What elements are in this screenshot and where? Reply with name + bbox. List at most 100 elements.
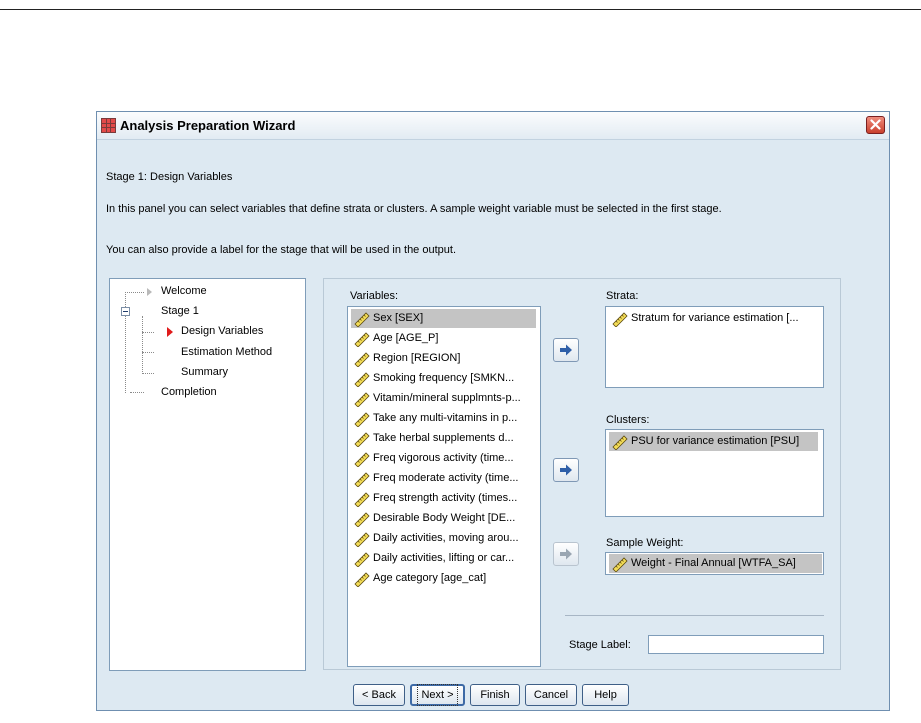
stage-label-label: Stage Label: [569, 639, 631, 651]
sample-weight-field[interactable]: Weight - Final Annual [WTFA_SA] [605, 552, 824, 575]
variable-item-label: Region [REGION] [373, 352, 461, 364]
tree-connector-line [125, 292, 144, 293]
variable-list-item[interactable]: Freq moderate activity (time... [351, 469, 536, 488]
cancel-button[interactable]: Cancel [525, 684, 577, 706]
tree-connector-line [142, 352, 154, 353]
description-text-label-hint: You can also provide a label for the sta… [106, 244, 456, 256]
strata-label: Strata: [606, 290, 639, 302]
clusters-item-label: PSU for variance estimation [PSU] [631, 435, 800, 447]
variable-list-item[interactable]: Take any multi-vitamins in p... [351, 409, 536, 428]
move-to-strata-button[interactable] [553, 338, 579, 362]
scale-ruler-icon [354, 532, 370, 547]
variable-list-item[interactable]: Sex [SEX] [351, 309, 536, 328]
tree-item-estimation-method[interactable]: Estimation Method [181, 346, 272, 358]
scale-ruler-icon [354, 412, 370, 427]
scale-ruler-icon [354, 312, 370, 327]
top-divider-line [0, 9, 921, 10]
strata-item-label: Stratum for variance estimation [... [631, 312, 799, 324]
scale-ruler-icon [612, 557, 628, 572]
variable-list-item[interactable]: Daily activities, moving arou... [351, 529, 536, 548]
variable-list-item[interactable]: Region [REGION] [351, 349, 536, 368]
scale-ruler-icon [354, 472, 370, 487]
tree-item-stage-1[interactable]: Stage 1 [161, 305, 199, 317]
tree-item-summary[interactable]: Summary [181, 366, 228, 378]
close-icon [870, 119, 881, 130]
separator-line [565, 615, 824, 616]
variable-item-label: Take any multi-vitamins in p... [373, 412, 518, 424]
current-step-icon [167, 327, 173, 337]
tree-item-completion[interactable]: Completion [161, 386, 217, 398]
help-button-label: Help [594, 689, 617, 701]
variable-item-label: Freq moderate activity (time... [373, 472, 519, 484]
scale-ruler-icon [612, 312, 628, 327]
help-button[interactable]: Help [582, 684, 629, 706]
variable-item-label: Vitamin/mineral supplmnts-p... [373, 392, 521, 404]
scale-ruler-icon [354, 572, 370, 587]
move-to-clusters-button[interactable] [553, 458, 579, 482]
finish-button-label: Finish [480, 689, 510, 701]
clusters-label: Clusters: [606, 414, 650, 426]
variable-item-label: Smoking frequency [SMKN... [373, 372, 515, 384]
variable-item-label: Sex [SEX] [373, 312, 424, 324]
list-item[interactable]: Weight - Final Annual [WTFA_SA] [609, 554, 822, 573]
next-button-label: Next > [417, 684, 458, 706]
tree-connector-line [142, 332, 154, 333]
variable-list-item[interactable]: Daily activities, lifting or car... [351, 549, 536, 568]
variable-list-item[interactable]: Freq strength activity (times... [351, 489, 536, 508]
clusters-listbox[interactable]: PSU for variance estimation [PSU] [605, 429, 824, 517]
spss-grid-icon [101, 118, 116, 133]
variable-list-item[interactable]: Freq vigorous activity (time... [351, 449, 536, 468]
description-text: In this panel you can select variables t… [106, 203, 722, 215]
scale-ruler-icon [354, 512, 370, 527]
tree-item-welcome[interactable]: Welcome [161, 285, 207, 297]
variables-listbox[interactable]: Sex [SEX] Age [AGE_P] Region [REGION] Smoki… [347, 306, 541, 667]
back-button[interactable]: < Back [353, 684, 405, 706]
scale-ruler-icon [354, 332, 370, 347]
collapse-icon[interactable] [121, 307, 130, 316]
window-title: Analysis Preparation Wizard [120, 118, 296, 133]
title-bar[interactable]: Analysis Preparation Wizard [97, 112, 889, 140]
variable-list-item[interactable]: Age category [age_cat] [351, 569, 536, 588]
move-to-sample-weight-button[interactable] [553, 542, 579, 566]
stage-title: Stage 1: Design Variables [106, 171, 233, 183]
scale-ruler-icon [354, 432, 370, 447]
scale-ruler-icon [354, 552, 370, 567]
sample-weight-label: Sample Weight: [606, 537, 684, 549]
scale-ruler-icon [354, 452, 370, 467]
right-arrow-icon [560, 464, 572, 476]
variable-item-label: Age category [age_cat] [373, 572, 487, 584]
variable-item-label: Freq vigorous activity (time... [373, 452, 514, 464]
scale-ruler-icon [354, 372, 370, 387]
wizard-dialog: Analysis Preparation Wizard Stage 1: Des… [96, 111, 890, 711]
variable-item-label: Take herbal supplements d... [373, 432, 514, 444]
variable-list-item[interactable]: Age [AGE_P] [351, 329, 536, 348]
step-pointer-icon [147, 288, 152, 296]
stage-label-input[interactable] [648, 635, 824, 654]
back-button-label: < Back [362, 689, 396, 701]
variable-list-item[interactable]: Vitamin/mineral supplmnts-p... [351, 389, 536, 408]
wizard-step-tree: Welcome Stage 1 Design Variables Estimat… [109, 278, 306, 671]
variable-list-item[interactable]: Take herbal supplements d... [351, 429, 536, 448]
cancel-button-label: Cancel [533, 689, 569, 701]
variable-list-item[interactable]: Smoking frequency [SMKN... [351, 369, 536, 388]
tree-item-design-variables[interactable]: Design Variables [181, 325, 263, 337]
finish-button[interactable]: Finish [470, 684, 520, 706]
variable-item-label: Daily activities, moving arou... [373, 532, 519, 544]
list-item[interactable]: Stratum for variance estimation [... [609, 309, 799, 328]
sample-weight-value: Weight - Final Annual [WTFA_SA] [631, 557, 796, 569]
close-button[interactable] [866, 116, 885, 134]
list-item[interactable]: PSU for variance estimation [PSU] [609, 432, 818, 451]
tree-connector-line [142, 316, 143, 374]
variable-item-label: Daily activities, lifting or car... [373, 552, 515, 564]
variable-item-label: Age [AGE_P] [373, 332, 439, 344]
variable-list-item[interactable]: Desirable Body Weight [DE... [351, 509, 536, 528]
tree-connector-line [142, 373, 154, 374]
strata-listbox[interactable]: Stratum for variance estimation [... [605, 306, 824, 388]
scale-ruler-icon [354, 392, 370, 407]
variable-item-label: Desirable Body Weight [DE... [373, 512, 516, 524]
right-arrow-icon [560, 548, 572, 560]
variable-item-label: Freq strength activity (times... [373, 492, 518, 504]
right-arrow-icon [560, 344, 572, 356]
next-button[interactable]: Next > [410, 684, 465, 706]
tree-connector-line [130, 392, 144, 393]
